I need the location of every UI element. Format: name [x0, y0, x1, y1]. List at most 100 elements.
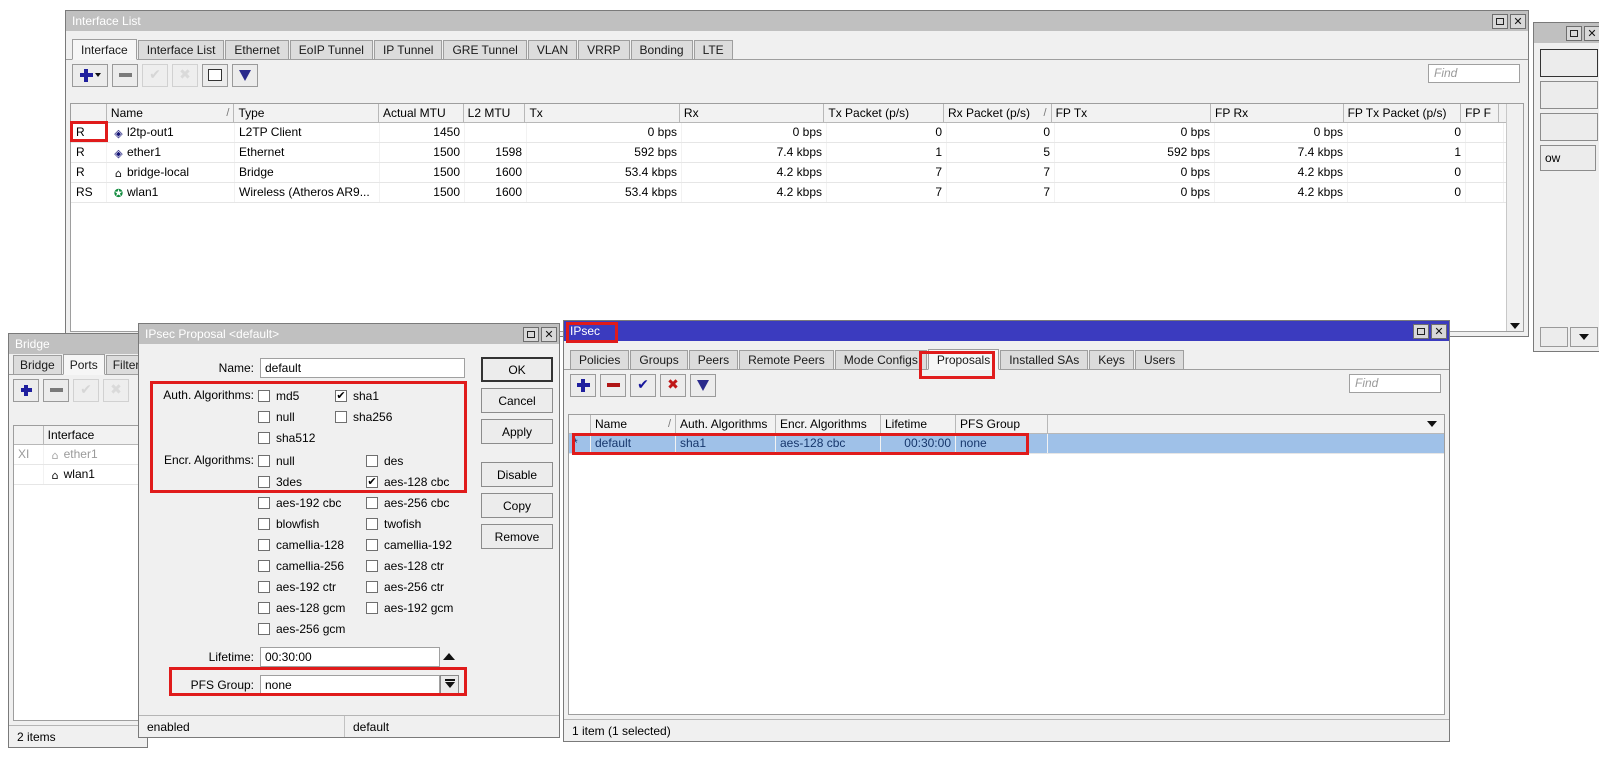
- bridge-disable-button[interactable]: ✖: [103, 378, 129, 402]
- auth-checkbox-null[interactable]: null: [258, 406, 295, 427]
- tab-groups[interactable]: Groups: [630, 350, 688, 369]
- col-type[interactable]: Type: [234, 104, 379, 122]
- bridge-titlebar[interactable]: Bridge: [9, 334, 147, 354]
- encr-checkbox-aes-192-cbc[interactable]: aes-192 cbc: [258, 492, 341, 513]
- tab-ports[interactable]: Ports: [62, 354, 105, 375]
- col-fp-tx-packet[interactable]: FP Tx Packet (p/s): [1344, 104, 1462, 122]
- ipsec-disable-button[interactable]: ✖: [660, 373, 686, 397]
- bridge-add-button[interactable]: [13, 378, 39, 402]
- ipsec-add-button[interactable]: [570, 373, 596, 397]
- checkbox-icon[interactable]: [258, 538, 270, 551]
- col-lifetime[interactable]: Lifetime: [881, 415, 956, 433]
- tab-mode-configs[interactable]: Mode Configs: [834, 350, 927, 369]
- table-row[interactable]: R ◈ ether1 Ethernet 1500 1598 592 bps 7.4…: [71, 143, 1523, 163]
- bridge-tabstrip[interactable]: Bridge Ports Filter: [9, 354, 147, 375]
- lifetime-spinner[interactable]: [440, 646, 457, 667]
- tab-ethernet[interactable]: Ethernet: [225, 40, 289, 59]
- proposal-dialog-buttons[interactable]: OK Cancel Apply Disable Copy Remove: [481, 357, 553, 555]
- ipsec-window-buttons[interactable]: ✕: [1413, 323, 1447, 339]
- col-encr-algorithms[interactable]: Encr. Algorithms: [776, 415, 881, 433]
- tab-gre-tunnel[interactable]: GRE Tunnel: [443, 40, 527, 59]
- tab-users[interactable]: Users: [1134, 350, 1185, 369]
- encr-checkbox-des[interactable]: des: [366, 450, 403, 471]
- auth-checkbox-sha1[interactable]: sha1: [335, 385, 379, 406]
- col-auth-algorithms[interactable]: Auth. Algorithms: [676, 415, 776, 433]
- auth-checkbox-sha512[interactable]: sha512: [258, 427, 315, 448]
- background-btn-1[interactable]: [1540, 49, 1598, 77]
- col-ipsec-flags[interactable]: [569, 415, 591, 433]
- table-row[interactable]: * default sha1 aes-128 cbc 00:30:00 none: [569, 434, 1444, 454]
- interface-list-close-icon[interactable]: ✕: [1510, 13, 1526, 29]
- ipsec-tabstrip[interactable]: Policies Groups Peers Remote Peers Mode …: [564, 349, 1449, 370]
- tab-policies[interactable]: Policies: [570, 350, 630, 369]
- checkbox-icon[interactable]: [258, 454, 270, 467]
- bridge-enable-button[interactable]: ✔: [73, 378, 99, 402]
- checkbox-icon[interactable]: [258, 496, 270, 509]
- tab-keys[interactable]: Keys: [1089, 350, 1134, 369]
- checkbox-icon[interactable]: [258, 389, 270, 402]
- ipsec-filter-button[interactable]: [690, 373, 716, 397]
- tab-bridge[interactable]: Bridge: [13, 355, 62, 374]
- checkbox-icon[interactable]: [258, 475, 270, 488]
- background-btn-2[interactable]: [1540, 81, 1598, 109]
- table-row[interactable]: R ⌂ bridge-local Bridge 1500 1600 53.4 kb…: [71, 163, 1523, 183]
- ipsec-window[interactable]: IPsec ✕ Policies Groups Peers Remote Pee…: [563, 320, 1450, 742]
- ipsec-proposal-dialog[interactable]: IPsec Proposal <default> ✕ Name: default…: [138, 323, 560, 738]
- checkbox-icon[interactable]: [335, 389, 347, 402]
- checkbox-icon[interactable]: [258, 517, 270, 530]
- pfs-group-dropdown-button[interactable]: [440, 674, 459, 695]
- checkbox-icon[interactable]: [258, 431, 270, 444]
- tab-lte[interactable]: LTE: [693, 40, 733, 59]
- lifetime-input[interactable]: 00:30:00: [260, 646, 440, 667]
- encr-checkbox-aes-128-ctr[interactable]: aes-128 ctr: [366, 555, 444, 576]
- interface-list-window-buttons[interactable]: ✕: [1492, 13, 1526, 29]
- tab-peers[interactable]: Peers: [688, 350, 739, 369]
- checkbox-icon[interactable]: [366, 538, 378, 551]
- background-btn-4[interactable]: ow: [1540, 145, 1596, 171]
- disable-interface-button[interactable]: ✖: [172, 63, 198, 87]
- col-fp-tx[interactable]: FP Tx: [1052, 104, 1212, 122]
- checkbox-icon[interactable]: [366, 601, 378, 614]
- ipsec-remove-button[interactable]: [600, 373, 626, 397]
- tab-vrrp[interactable]: VRRP: [578, 40, 630, 59]
- interface-list-titlebar[interactable]: Interface List ✕: [66, 11, 1528, 31]
- col-tx[interactable]: Tx: [525, 104, 680, 122]
- col-l2-mtu[interactable]: L2 MTU: [464, 104, 526, 122]
- checkbox-icon[interactable]: [258, 622, 270, 635]
- tab-bonding[interactable]: Bonding: [630, 40, 693, 59]
- filter-button[interactable]: [232, 63, 258, 87]
- scroll-down-arrow[interactable]: [1510, 323, 1520, 329]
- interface-find-input[interactable]: Find: [1428, 64, 1520, 83]
- interface-list-window[interactable]: Interface List ✕ Interface Interface Lis…: [65, 10, 1529, 337]
- col-name[interactable]: Name /: [107, 104, 235, 122]
- checkbox-icon[interactable]: [258, 601, 270, 614]
- disable-button[interactable]: Disable: [481, 462, 553, 487]
- interface-table-scrollbar[interactable]: [1506, 104, 1523, 331]
- encr-checkbox-aes-256-cbc[interactable]: aes-256 cbc: [366, 492, 449, 513]
- tab-vlan[interactable]: VLAN: [527, 40, 578, 59]
- checkbox-icon[interactable]: [258, 580, 270, 593]
- col-bridge-interface[interactable]: Interface: [44, 426, 142, 444]
- proposal-close-icon[interactable]: ✕: [541, 326, 557, 342]
- encr-checkbox-aes-192-gcm[interactable]: aes-192 gcm: [366, 597, 453, 618]
- copy-button[interactable]: Copy: [481, 493, 553, 518]
- background-maximize-icon[interactable]: [1566, 25, 1582, 41]
- encr-checkbox-camellia-128[interactable]: camellia-128: [258, 534, 344, 555]
- tab-interface[interactable]: Interface: [72, 39, 137, 60]
- ipsec-find-input[interactable]: Find: [1349, 374, 1441, 393]
- encr-checkbox-aes-192-ctr[interactable]: aes-192 ctr: [258, 576, 336, 597]
- auth-checkbox-sha256[interactable]: sha256: [335, 406, 392, 427]
- table-row[interactable]: RS ✪ wlan1 Wireless (Atheros AR9... 1500 …: [71, 183, 1523, 203]
- list-item[interactable]: ⌂ wlan1: [14, 465, 142, 485]
- bridge-toolbar[interactable]: ✔ ✖: [9, 375, 147, 405]
- remove-interface-button[interactable]: [112, 63, 138, 87]
- tab-interface-list[interactable]: Interface List: [137, 40, 225, 59]
- checkbox-icon[interactable]: [366, 454, 378, 467]
- enable-interface-button[interactable]: ✔: [142, 63, 168, 87]
- ipsec-proposals-table[interactable]: Name / Auth. Algorithms Encr. Algorithms…: [568, 414, 1445, 715]
- name-input[interactable]: default: [260, 357, 465, 378]
- checkbox-icon[interactable]: [258, 559, 270, 572]
- encr-checkbox-camellia-256[interactable]: camellia-256: [258, 555, 344, 576]
- col-fp-rx-packet[interactable]: FP F: [1461, 104, 1500, 122]
- remove-button[interactable]: Remove: [481, 524, 553, 549]
